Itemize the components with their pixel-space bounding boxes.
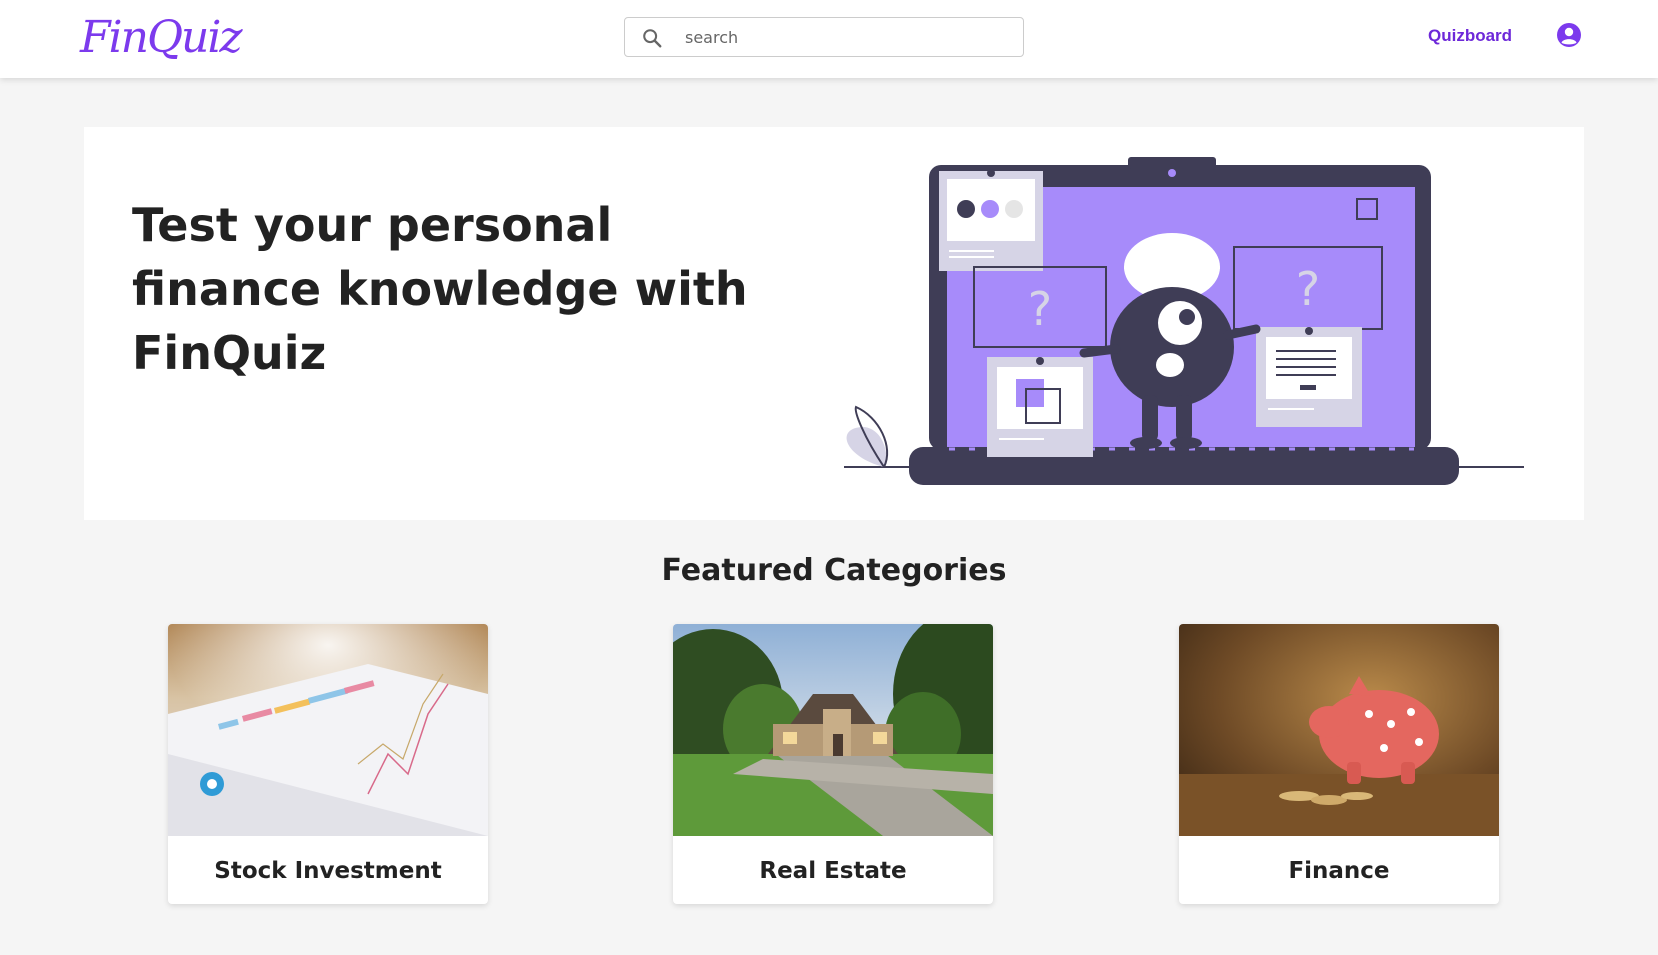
svg-text:?: ?	[1296, 262, 1320, 316]
category-card-finance[interactable]: Finance	[1179, 624, 1499, 904]
navbar: FinQuiz Quizboard	[0, 0, 1658, 78]
stock-charts-photo	[168, 624, 488, 836]
hero-title: Test your personal finance knowledge wit…	[132, 198, 748, 380]
search-icon	[643, 29, 662, 48]
featured-categories-title: Featured Categories	[661, 553, 1007, 588]
category-label: Finance	[1288, 858, 1390, 884]
hero-banner: Test your personal finance knowledge wit…	[84, 127, 1584, 520]
search-box[interactable]	[624, 17, 1024, 57]
category-label: Stock Investment	[214, 858, 442, 884]
finquiz-logo[interactable]: FinQuiz	[80, 6, 243, 70]
laptop-quiz-illustration: ? ?	[844, 157, 1524, 485]
svg-text:?: ?	[1028, 282, 1052, 336]
house-photo	[673, 624, 993, 836]
category-label: Real Estate	[759, 858, 907, 884]
category-card-real-estate[interactable]: Real Estate	[673, 624, 993, 904]
search-input[interactable]	[685, 24, 1005, 50]
piggy-bank-photo	[1179, 624, 1499, 836]
quizboard-link[interactable]: Quizboard	[1428, 26, 1512, 46]
category-card-stock-investment[interactable]: Stock Investment	[168, 624, 488, 904]
user-circle-icon[interactable]	[1556, 22, 1582, 48]
